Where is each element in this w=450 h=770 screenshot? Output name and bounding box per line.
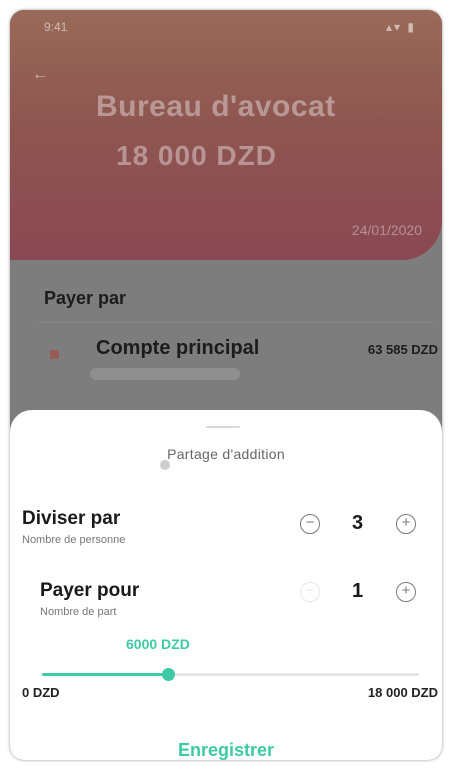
slider-fill	[42, 673, 168, 676]
arrow-left-icon[interactable]: ←	[32, 66, 50, 84]
status-bar: 9:41 ▴▾ ▮	[10, 10, 442, 40]
minus-icon: −	[305, 582, 315, 599]
pay-for-subtitle: Nombre de part	[40, 606, 117, 618]
slider-max-label: 18 000 DZD	[367, 685, 438, 700]
bill-split-sheet: Partage d'addition Diviser par Nombre de…	[10, 410, 442, 760]
slider-thumb[interactable]	[161, 668, 175, 681]
divide-decrement-button[interactable]: −	[300, 514, 320, 534]
bill-amount: 18 000 DZD	[116, 140, 277, 171]
sheet-title: Partage d'addition	[167, 446, 285, 462]
amount-slider[interactable]	[42, 668, 419, 681]
account-balance: 63 585 DZD	[367, 342, 438, 357]
minus-icon: −	[305, 514, 315, 531]
bill-date: 24/01/2020	[351, 222, 422, 238]
pay-by-label: Payer par	[44, 288, 127, 308]
slider-current-value: 6000 DZD	[126, 636, 190, 652]
account-icon	[50, 350, 59, 359]
divider	[38, 322, 433, 323]
pay-for-title: Payer pour	[40, 580, 140, 601]
save-button[interactable]: Enregistrer	[10, 740, 442, 760]
status-time: 9:41	[44, 20, 68, 34]
slider-min-label: 0 DZD	[22, 685, 60, 700]
divide-by-subtitle: Nombre de personne	[22, 534, 126, 546]
status-icons: ▴▾ ▮	[386, 20, 416, 34]
account-number-placeholder	[90, 368, 240, 380]
pay-for-increment-button[interactable]: +	[396, 582, 416, 602]
plus-icon: +	[401, 514, 411, 531]
account-name[interactable]: Compte principal	[96, 337, 259, 360]
sheet-handle[interactable]	[206, 426, 240, 428]
pay-for-count: 1	[352, 580, 364, 602]
divide-by-title: Diviser par	[22, 508, 121, 529]
divide-count: 3	[352, 512, 364, 534]
page-title: Bureau d'avocat	[96, 90, 336, 123]
header-card: 9:41 ▴▾ ▮ ← Bureau d'avocat 18 000 DZD 2…	[10, 10, 442, 260]
plus-icon: +	[401, 582, 411, 599]
pay-for-decrement-button[interactable]: −	[300, 582, 320, 602]
divide-increment-button[interactable]: +	[396, 514, 416, 534]
app-screen: 9:41 ▴▾ ▮ ← Bureau d'avocat 18 000 DZD 2…	[10, 10, 442, 760]
